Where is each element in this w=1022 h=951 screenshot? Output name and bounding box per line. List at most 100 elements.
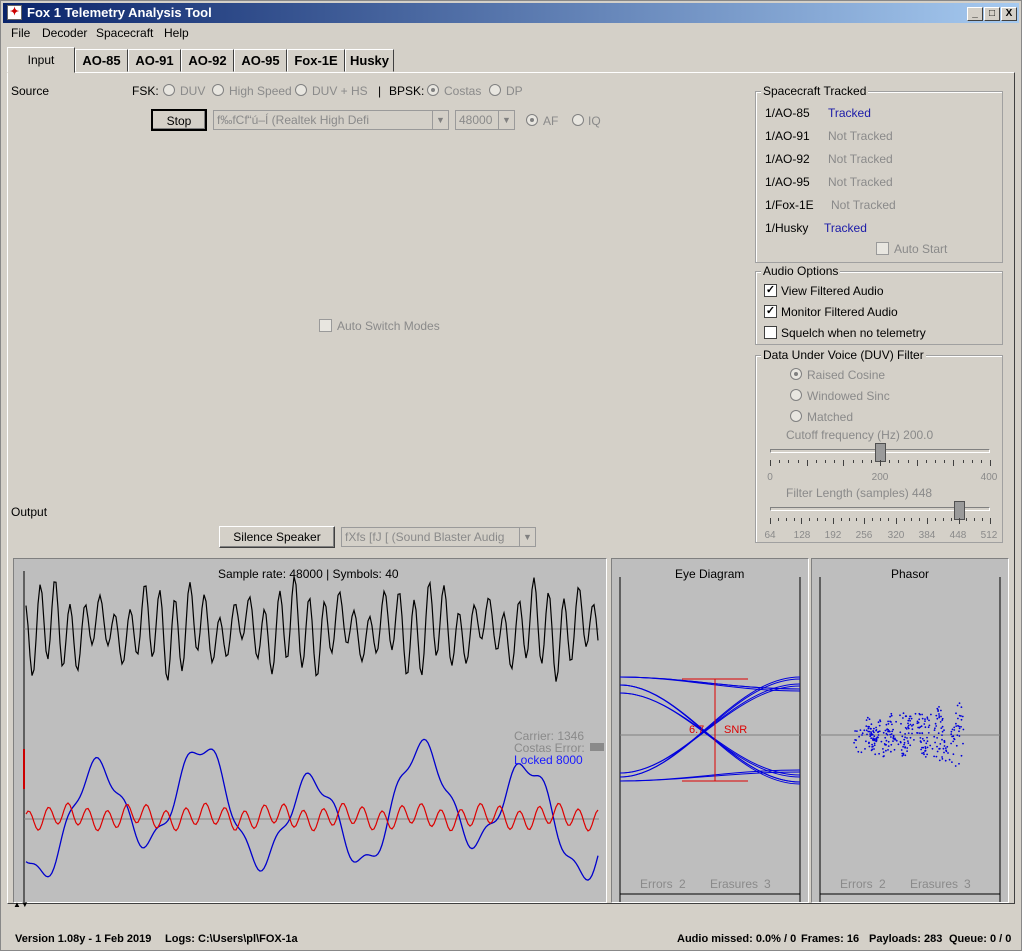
phasor-dot <box>870 737 873 740</box>
phasor-dot <box>882 748 884 750</box>
slider-tick <box>903 518 905 521</box>
output-device-value: fXfs [fJ [ (Sound Blaster Audig <box>345 530 505 544</box>
error-trace <box>25 802 599 832</box>
phasor-dot <box>924 746 927 748</box>
phasor-dot <box>960 754 963 757</box>
tab-ao95[interactable]: AO-95 <box>234 49 287 72</box>
minimize-button[interactable]: _ <box>967 7 983 21</box>
phasor-dot <box>901 752 904 755</box>
sc-status-ao85[interactable]: Tracked <box>828 106 871 120</box>
source-device-select[interactable]: f‰fCf“ú–Í (Realtek High Defi ▼ <box>213 110 449 130</box>
slider-tick <box>861 460 863 463</box>
slider-tick <box>907 460 909 463</box>
view-filtered-audio-checkbox[interactable]: ✓ <box>764 284 777 297</box>
phasor-errors-value: 2 <box>879 877 886 891</box>
eye-trace <box>619 683 801 774</box>
windowed-sinc-radio[interactable] <box>790 389 802 401</box>
auto-switch-checkbox[interactable] <box>319 319 332 332</box>
raised-cosine-radio[interactable] <box>790 368 802 380</box>
tab-input[interactable]: Input <box>7 47 75 73</box>
phasor-dot <box>941 717 944 720</box>
phasor-dot <box>873 727 875 730</box>
phasor-dot <box>871 733 874 736</box>
tab-husky[interactable]: Husky <box>345 49 394 72</box>
sc-status-ao91[interactable]: Not Tracked <box>828 129 893 143</box>
phasor-dot <box>861 732 864 735</box>
matched-radio[interactable] <box>790 410 802 422</box>
close-button[interactable]: X <box>1001 7 1017 21</box>
fox-icon[interactable]: ✦ <box>7 5 22 20</box>
phasor-dot <box>907 722 909 725</box>
menu-spacecraft[interactable]: Spacecraft <box>96 26 153 40</box>
phasor-dot <box>957 724 959 727</box>
auto-start-checkbox[interactable] <box>876 242 889 255</box>
slider-tick <box>916 460 918 466</box>
phasor-dot <box>875 729 877 732</box>
maximize-button[interactable]: □ <box>984 7 1000 21</box>
phasor-dot <box>936 750 939 753</box>
sample-rate-select[interactable]: 48000 ▼ <box>455 110 515 130</box>
source-label: Source <box>11 84 50 98</box>
cutoff-frequency-label: Cutoff frequency (Hz) 200.0 <box>786 428 934 442</box>
phasor-dot <box>923 739 925 742</box>
phasor-dot <box>947 752 949 754</box>
phasor-dot <box>960 718 963 721</box>
eye-traces <box>619 676 801 785</box>
squelch-label: Squelch when no telemetry <box>781 326 926 340</box>
sc-status-husky[interactable]: Tracked <box>824 221 867 235</box>
output-device-select[interactable]: fXfs [fJ [ (Sound Blaster Audig ▼ <box>341 527 536 547</box>
phasor-dot <box>886 728 888 731</box>
menu-decoder[interactable]: Decoder <box>42 26 87 40</box>
iq-radio[interactable] <box>572 114 584 126</box>
menu-file[interactable]: File <box>11 26 30 40</box>
phasor-dot <box>921 746 923 749</box>
phasor-dot <box>868 718 871 721</box>
phasor-dot <box>920 725 923 728</box>
fsk-duvhs-radio[interactable] <box>295 84 307 96</box>
phasor-dot <box>948 758 951 761</box>
phasor-dot <box>899 741 902 744</box>
phasor-dot <box>890 712 893 715</box>
menu-help[interactable]: Help <box>164 26 189 40</box>
bpsk-dp-radio[interactable] <box>489 84 501 96</box>
phasor-dot <box>891 723 893 726</box>
fsk-duv-radio[interactable] <box>163 84 175 96</box>
sc-status-ao95[interactable]: Not Tracked <box>828 175 893 189</box>
stop-button[interactable]: Stop <box>151 109 207 131</box>
tab-ao85[interactable]: AO-85 <box>75 49 128 72</box>
tab-ao92[interactable]: AO-92 <box>181 49 234 72</box>
tab-fox1e[interactable]: Fox-1E <box>287 49 345 72</box>
audio-options-panel: Audio Options ✓ View Filtered Audio ✓ Mo… <box>755 264 1003 345</box>
phasor-dot <box>957 717 959 720</box>
monitor-filtered-audio-checkbox[interactable]: ✓ <box>764 305 777 318</box>
phasor-dot <box>940 727 943 729</box>
tab-ao91[interactable]: AO-91 <box>128 49 181 72</box>
slider-tick <box>942 518 944 521</box>
phasor-dot <box>873 735 876 738</box>
title-bar[interactable]: ✦ Fox 1 Telemetry Analysis Tool _ □ X <box>3 3 1019 23</box>
length-tick-label: 192 <box>824 530 842 541</box>
phasor-dot <box>924 749 927 752</box>
phasor-dot <box>899 731 902 734</box>
phasor-dot <box>928 724 931 727</box>
fsk-highspeed-radio[interactable] <box>212 84 224 96</box>
phasor-dot <box>958 762 960 765</box>
phasor-dot <box>916 732 919 734</box>
slider-tick <box>990 518 991 524</box>
sc-status-fox1e[interactable]: Not Tracked <box>831 198 896 212</box>
phasor-dot <box>938 706 940 708</box>
silence-speaker-button[interactable]: Silence Speaker <box>219 526 335 548</box>
audio-missed-text: Audio missed: 0.0% / 0 <box>677 933 797 945</box>
af-radio[interactable] <box>526 114 538 126</box>
squelch-checkbox[interactable] <box>764 326 777 339</box>
phasor-dot <box>885 739 888 742</box>
phasor-dot <box>926 718 929 720</box>
cutoff-tick-label: 400 <box>980 472 998 483</box>
sc-status-ao92[interactable]: Not Tracked <box>828 152 893 166</box>
scope-scroll-arrows-icon[interactable]: ▲▼ <box>13 900 29 909</box>
slider-tick <box>777 518 779 521</box>
phasor-dot <box>930 713 932 716</box>
bpsk-costas-radio[interactable] <box>427 84 439 96</box>
phasor-dot <box>867 727 870 730</box>
phasor-dot <box>909 719 911 722</box>
